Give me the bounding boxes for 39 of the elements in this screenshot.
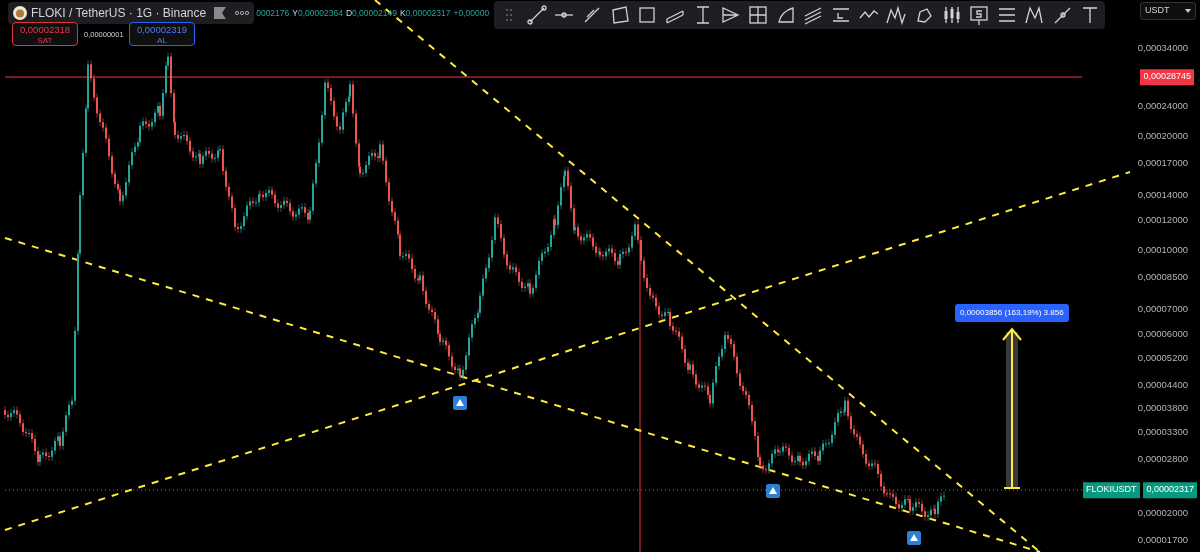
axis-label: 0,00004400 — [1137, 377, 1188, 392]
axis-label: 0,00006000 — [1137, 326, 1188, 341]
ohlc-value: D0,00002149 — [345, 6, 397, 20]
axis-label: 0,00014000 — [1137, 187, 1188, 202]
ohlc-value: Y0,00002364 — [292, 6, 343, 20]
axis-label: 0,00007000 — [1137, 301, 1188, 316]
ohlc-value: +0,00000 — [453, 6, 490, 20]
axis-label: 0,00003800 — [1137, 400, 1188, 415]
ohlc-value: 0002176 — [256, 6, 290, 20]
dollar-sign-icon[interactable] — [968, 4, 991, 26]
xabcd-pattern-icon[interactable] — [1023, 4, 1046, 26]
axis-label: 0,00001700 — [1137, 532, 1188, 547]
axis-label: 0,00008500 — [1137, 269, 1188, 284]
axis-label: 0,00002800 — [1137, 451, 1188, 466]
coin-logo-icon — [13, 6, 27, 20]
axis-label: 0,00024000 — [1137, 98, 1188, 113]
axis-label: 0,00003300 — [1137, 424, 1188, 439]
axis-label: 0,00012000 — [1137, 212, 1188, 227]
sell-button[interactable]: 0,00002318 SAT — [12, 22, 78, 46]
buy-button[interactable]: 0,00002319 AL — [129, 22, 195, 46]
ohlc-value: K0,00002317 — [399, 6, 451, 20]
axis-label: 0,00017000 — [1137, 155, 1188, 170]
alert-price-tag: 0,00028745 — [1140, 69, 1194, 85]
axis-label: 0,00005200 — [1137, 350, 1188, 365]
axis-label: 0,00020000 — [1137, 128, 1188, 143]
grid-icon[interactable] — [746, 4, 769, 26]
more-icon[interactable] — [235, 10, 250, 16]
currency-select[interactable]: USDT — [1140, 2, 1196, 20]
measure-label: 0,00003856 (163,19%) 3.856 — [955, 304, 1069, 322]
symbol-tag: FLOKIUSDT — [1083, 482, 1140, 498]
caret-icon — [1185, 9, 1191, 13]
axis-label: 0,00034000 — [1137, 40, 1188, 55]
current-price-tag: 0,00002317 — [1143, 482, 1197, 498]
trend-line-icon[interactable] — [525, 4, 548, 26]
chart-title: FLOKI / TetherUS · 1G · Binance — [31, 5, 207, 22]
pattern-icon[interactable] — [885, 4, 908, 26]
flag-icon[interactable] — [214, 7, 227, 19]
axis-label: 0,00010000 — [1137, 242, 1188, 257]
axis-label: 0,00002000 — [1137, 505, 1188, 520]
